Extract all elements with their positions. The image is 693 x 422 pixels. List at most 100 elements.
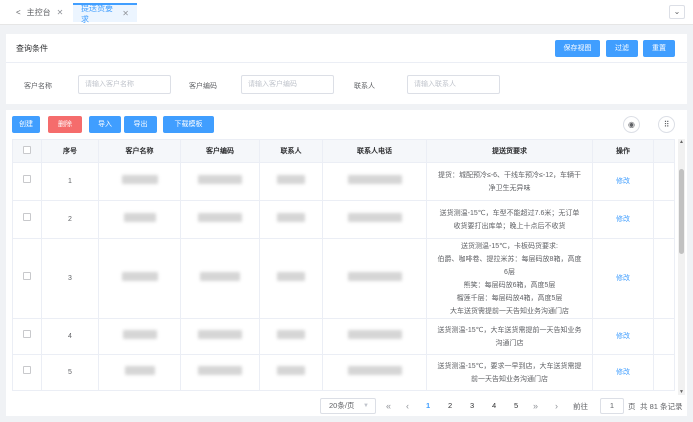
tab-home[interactable]: < 主控台 ✕	[8, 3, 71, 22]
redacted-cell	[98, 162, 181, 201]
double-right-icon[interactable]: »	[533, 401, 538, 411]
page-4[interactable]: 4	[492, 401, 496, 410]
scroll-up-icon[interactable]: ▲	[678, 139, 685, 145]
edit-link[interactable]: 修改	[592, 200, 654, 239]
table-header-row: 序号 客户名称 客户编码 联系人 联系人电话 提送货要求 操作	[12, 139, 675, 163]
tab-bar: < 主控台 ✕ 提送货要求 ✕ ⌄	[0, 0, 693, 25]
redacted-cell	[98, 318, 181, 355]
redacted-cell	[180, 238, 260, 319]
requirement-cell: 提货：城配预冷≤-6、干线车预冷≤-12，车辆干净卫生无异味	[426, 162, 593, 201]
tab-home-label: 主控台	[26, 8, 51, 17]
col-spacer	[653, 318, 675, 355]
edit-link[interactable]: 修改	[592, 162, 654, 201]
right-icon[interactable]: ›	[555, 401, 558, 411]
grid-icon[interactable]: ⠿	[658, 116, 675, 133]
row-checkbox[interactable]	[12, 318, 42, 355]
row-number: 2	[41, 200, 99, 239]
reset-button[interactable]: 重置	[643, 40, 675, 57]
contact-input[interactable]: 请输入联系人	[407, 75, 500, 94]
download-template-button[interactable]: 下载模板	[163, 116, 214, 133]
close-icon[interactable]: ✕	[122, 9, 129, 18]
requirement-line: 伯爵、咖啡卷、提拉米苏：每层码放8箱，高度6层	[437, 255, 582, 276]
filter-button[interactable]: 过滤	[606, 40, 638, 57]
page-1[interactable]: 1	[426, 401, 430, 410]
contact-label: 联系人	[354, 83, 375, 90]
goto-page-input[interactable]: 1	[600, 398, 624, 414]
col-spacer	[653, 238, 675, 319]
row-checkbox[interactable]	[12, 238, 42, 319]
row-checkbox[interactable]	[12, 162, 42, 201]
col-spacer	[653, 162, 675, 201]
col-spacer	[653, 354, 675, 391]
edit-label[interactable]: 修改	[616, 178, 630, 185]
page-5[interactable]: 5	[514, 401, 518, 410]
requirement-cell: 送货测温-15℃，卡板码货要求: 伯爵、咖啡卷、提拉米苏：每层码放8箱，高度6层…	[426, 238, 593, 319]
row-checkbox[interactable]	[12, 354, 42, 391]
redacted-cell	[98, 238, 181, 319]
close-icon[interactable]: ✕	[57, 8, 64, 17]
requirement-line: 送货测温-15℃，大车送货需提前一天告知业务沟通门店	[437, 326, 582, 347]
redacted-cell	[259, 162, 323, 201]
table-scrollbar[interactable]: ▲ ▼	[678, 139, 685, 395]
requirement-cell: 送货测温-15℃，要求一早到店，大车送货需提前一天告知业务沟通门店	[426, 354, 593, 391]
table-row: 5 送货测温-15℃，要求一早到店，大车送货需提前一天告知业务沟通门店 修改	[12, 354, 675, 391]
requirement-line: 熊笑：每层码放6箱，高度5层	[463, 281, 556, 289]
edit-label[interactable]: 修改	[616, 275, 630, 282]
tab-delivery-requirements[interactable]: 提送货要求 ✕	[73, 3, 137, 24]
requirement-cell: 送货测温-15℃，车型不能超过7.6米；无订单收货要打出库单；晚上十点后不收货	[426, 200, 593, 239]
double-left-icon[interactable]: «	[386, 401, 391, 411]
table-row: 3 送货测温-15℃，卡板码货要求: 伯爵、咖啡卷、提拉米苏：每层码放8箱，高度…	[12, 238, 675, 319]
query-title: 查询条件	[16, 44, 48, 53]
edit-label[interactable]: 修改	[616, 216, 630, 223]
import-button[interactable]: 导入	[89, 116, 121, 133]
delete-button[interactable]: 删除	[48, 116, 82, 133]
redacted-cell	[322, 318, 427, 355]
table-row: 1 提货：城配预冷≤-6、干线车预冷≤-12，车辆干净卫生无异味 修改	[12, 162, 675, 201]
redacted-cell	[98, 200, 181, 239]
col-header: 操作	[592, 139, 654, 163]
col-spacer	[653, 200, 675, 239]
data-table: 序号 客户名称 客户编码 联系人 联系人电话 提送货要求 操作 1 提货：城配预…	[12, 139, 675, 391]
redacted-cell	[322, 238, 427, 319]
edit-label[interactable]: 修改	[616, 333, 630, 340]
select-all-checkbox[interactable]	[12, 139, 42, 163]
customer-code-label: 客户编码	[189, 83, 217, 90]
scroll-down-icon[interactable]: ▼	[678, 389, 685, 395]
page-2[interactable]: 2	[448, 401, 452, 410]
redacted-cell	[322, 200, 427, 239]
redacted-cell	[180, 354, 260, 391]
requirement-cell: 送货测温-15℃，大车送货需提前一天告知业务沟通门店	[426, 318, 593, 355]
table-row: 2 送货测温-15℃，车型不能超过7.6米；无订单收货要打出库单；晚上十点后不收…	[12, 200, 675, 239]
col-header: 联系人电话	[322, 139, 427, 163]
requirement-line: 送货测温-15℃，卡板码货要求:	[461, 242, 558, 250]
col-header: 提送货要求	[426, 139, 593, 163]
scrollbar-thumb[interactable]	[679, 169, 684, 254]
row-number: 5	[41, 354, 99, 391]
row-checkbox[interactable]	[12, 200, 42, 239]
redacted-cell	[259, 318, 323, 355]
redacted-cell	[259, 238, 323, 319]
table-row: 4 送货测温-15℃，大车送货需提前一天告知业务沟通门店 修改	[12, 318, 675, 355]
requirement-line: 提货：城配预冷≤-6、干线车预冷≤-12，车辆干净卫生无异味	[437, 171, 582, 192]
edit-link[interactable]: 修改	[592, 354, 654, 391]
eye-icon[interactable]: ◉	[623, 116, 640, 133]
customer-code-input[interactable]: 请输入客户编码	[241, 75, 334, 94]
edit-link[interactable]: 修改	[592, 238, 654, 319]
divider	[6, 62, 687, 63]
row-number: 1	[41, 162, 99, 201]
left-icon[interactable]: ‹	[406, 401, 409, 411]
chevron-down-icon[interactable]: ⌄	[669, 5, 685, 19]
list-panel: 创建 删除 导入 导出 下载模板 ◉ ⠿ 序号 客户名称 客户编码 联系人 联系…	[6, 110, 687, 416]
create-button[interactable]: 创建	[12, 116, 40, 133]
share-icon: <	[16, 8, 21, 17]
page-size-select[interactable]: 20条/页 ▼	[320, 398, 376, 414]
edit-label[interactable]: 修改	[616, 369, 630, 376]
save-view-button[interactable]: 保存视图	[555, 40, 600, 57]
pagination: 20条/页 ▼ « ‹ 1 2 3 4 5 » › 前往 1 页 共 81 条记…	[6, 396, 687, 416]
edit-link[interactable]: 修改	[592, 318, 654, 355]
customer-name-input[interactable]: 请输入客户名称	[78, 75, 171, 94]
col-header: 序号	[41, 139, 99, 163]
row-number: 4	[41, 318, 99, 355]
export-button[interactable]: 导出	[124, 116, 157, 133]
page-3[interactable]: 3	[470, 401, 474, 410]
